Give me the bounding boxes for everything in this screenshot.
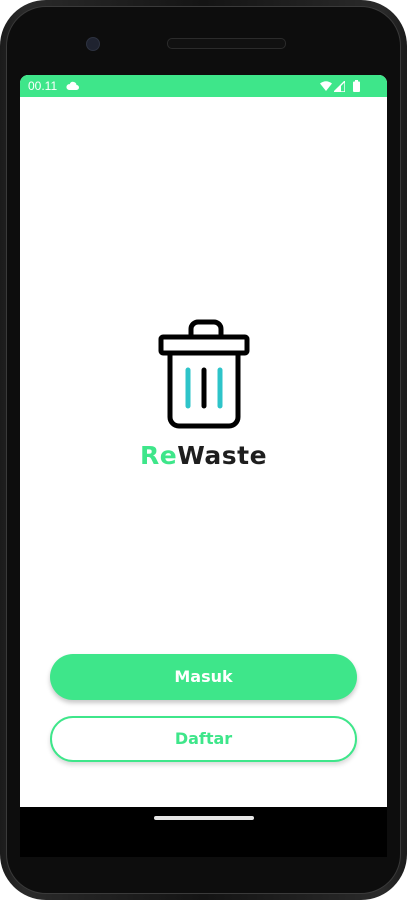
navigation-bar (20, 807, 387, 857)
home-indicator[interactable] (154, 816, 254, 820)
signal-icon (334, 81, 345, 92)
brand-name: ReWaste (20, 441, 387, 470)
cloud-icon (66, 81, 79, 90)
logo (20, 315, 387, 435)
battery-icon (353, 80, 360, 92)
login-button[interactable]: Masuk (50, 654, 357, 700)
front-camera (86, 37, 100, 51)
status-bar: 00.11 (20, 75, 387, 97)
app-screen: 00.11 ReWaste Masuk Daftar (20, 75, 387, 807)
status-time: 00.11 (28, 79, 58, 93)
brand-name-accent: Re (139, 441, 178, 470)
wifi-icon (320, 81, 332, 91)
trash-bin-icon (158, 319, 249, 429)
brand-name-rest: Waste (177, 441, 268, 470)
earpiece-speaker (167, 38, 286, 49)
register-button[interactable]: Daftar (50, 716, 357, 762)
